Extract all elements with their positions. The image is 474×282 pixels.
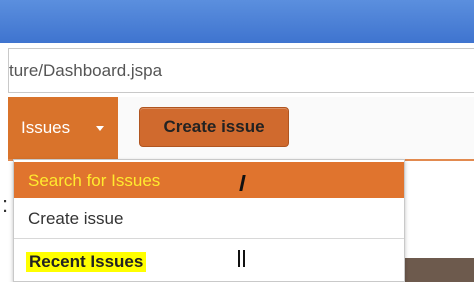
caret-down-icon xyxy=(96,126,104,131)
top-nav-bar: Issues Create issue xyxy=(8,97,474,161)
menu-section-recent-issues: Recent Issues xyxy=(14,240,404,282)
section-heading-label: Recent Issues xyxy=(26,252,147,272)
create-issue-button[interactable]: Create issue xyxy=(139,107,289,147)
address-bar[interactable]: ture/Dashboard.jspa xyxy=(8,48,474,93)
browser-titlebar xyxy=(0,0,474,43)
page-content-fragment: : xyxy=(2,192,9,217)
menu-item-label: Search for Issues xyxy=(28,171,161,190)
text-cursor-icon xyxy=(243,250,245,267)
menu-item-search-for-issues[interactable]: Search for Issues xyxy=(14,162,404,198)
menu-divider xyxy=(14,238,404,239)
text-cursor-icon xyxy=(238,250,240,267)
issues-menu-label: Issues xyxy=(21,118,71,137)
issues-menu-button[interactable]: Issues xyxy=(8,97,118,159)
issues-dropdown-menu: Search for Issues Create issue Recent Is… xyxy=(13,159,405,282)
url-text: ture/Dashboard.jspa xyxy=(9,61,163,80)
background-image-fragment xyxy=(404,258,474,282)
menu-item-create-issue[interactable]: Create issue xyxy=(14,200,404,236)
menu-item-label: Create issue xyxy=(28,209,124,228)
